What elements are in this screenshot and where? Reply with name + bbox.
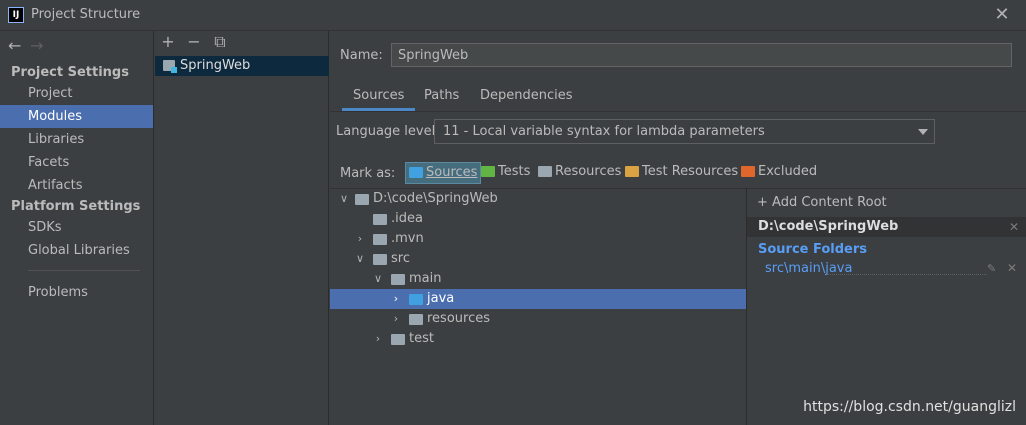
mark-sources-label: Sources <box>426 165 478 180</box>
mark-as-label: Mark as: <box>340 166 396 181</box>
tree-label: D:\code\SpringWeb <box>373 191 498 206</box>
remove-icon[interactable]: − <box>185 33 203 51</box>
mark-resources-button[interactable]: Resources <box>535 162 624 184</box>
module-item-springweb[interactable]: SpringWeb <box>155 56 329 76</box>
tab-sources[interactable]: Sources <box>341 88 416 111</box>
close-button[interactable]: ✕ <box>992 5 1012 25</box>
source-folder-icon <box>409 294 423 305</box>
watermark: https://blog.csdn.net/guanglizl <box>803 399 1016 415</box>
mark-sources-button[interactable]: Sources <box>405 162 482 184</box>
tree-row[interactable]: › test <box>330 329 746 349</box>
sidebar-item-problems[interactable]: Problems <box>0 281 153 304</box>
language-level-value: 11 - Local variable syntax for lambda pa… <box>443 124 765 139</box>
sidebar-item-sdks[interactable]: SDKs <box>0 216 153 239</box>
settings-sidebar: ← → Project Settings Project Modules Libr… <box>0 31 154 425</box>
source-folders-header: Source Folders <box>758 242 868 257</box>
folder-icon <box>373 214 387 225</box>
chevron-right-icon[interactable]: › <box>390 309 402 329</box>
mark-excluded-button[interactable]: Excluded <box>738 162 820 184</box>
content-root-path: D:\code\SpringWeb <box>758 219 899 234</box>
sidebar-divider <box>28 270 140 271</box>
chevron-down-icon[interactable]: ∨ <box>338 189 350 209</box>
tree-label: .idea <box>391 211 423 226</box>
sidebar-item-global-libraries[interactable]: Global Libraries <box>0 239 153 262</box>
sidebar-item-facets[interactable]: Facets <box>0 151 153 174</box>
folder-icon <box>373 254 387 265</box>
tree-row[interactable]: › java <box>330 289 746 309</box>
tab-dependencies[interactable]: Dependencies <box>480 88 573 103</box>
tree-row[interactable]: › resources <box>330 309 746 329</box>
mark-test-resources-button[interactable]: Test Resources <box>622 162 741 184</box>
source-folder-dots <box>827 274 987 275</box>
platform-settings-header: Platform Settings <box>11 199 141 214</box>
tree-label: main <box>409 271 442 286</box>
add-icon[interactable]: + <box>159 33 177 51</box>
sidebar-item-libraries[interactable]: Libraries <box>0 128 153 151</box>
modules-panel: + − ⧉ SpringWeb <box>155 31 329 425</box>
chevron-right-icon[interactable]: › <box>390 289 402 309</box>
test-resources-folder-icon <box>625 166 639 177</box>
module-label: SpringWeb <box>180 58 251 73</box>
language-level-label: Language level: <box>336 124 440 139</box>
back-arrow-icon[interactable]: ← <box>8 36 30 55</box>
content-root-tree: ∨ D:\code\SpringWeb .idea › .mvn ∨ src ∨… <box>330 188 746 425</box>
resources-folder-icon <box>538 166 552 177</box>
tree-label: java <box>427 291 455 306</box>
tree-label: resources <box>427 311 491 326</box>
copy-icon[interactable]: ⧉ <box>211 33 229 51</box>
tree-row[interactable]: › .mvn <box>330 229 746 249</box>
chevron-right-icon[interactable]: › <box>354 229 366 249</box>
nav-arrows: ← → <box>8 36 52 55</box>
remove-source-folder-icon[interactable]: ✕ <box>1007 261 1017 275</box>
chevron-down-icon[interactable]: ∨ <box>372 269 384 289</box>
tree-label: .mvn <box>391 231 424 246</box>
folder-icon <box>391 274 405 285</box>
folder-icon <box>391 334 405 345</box>
sidebar-item-modules[interactable]: Modules <box>0 105 153 128</box>
mark-test-resources-label: Test Resources <box>642 164 739 179</box>
chevron-down-icon <box>918 129 928 135</box>
intellij-icon: IJ <box>8 7 24 23</box>
tree-label: src <box>391 251 410 266</box>
sources-folder-icon <box>409 167 423 178</box>
tree-row[interactable]: ∨ D:\code\SpringWeb <box>330 189 746 209</box>
language-level-dropdown[interactable]: 11 - Local variable syntax for lambda pa… <box>434 119 935 144</box>
module-icon <box>163 60 177 73</box>
name-label: Name: <box>340 48 383 63</box>
content-root-header: D:\code\SpringWeb ✕ <box>747 217 1026 237</box>
module-name-field[interactable] <box>391 43 1012 67</box>
tree-row[interactable]: ∨ main <box>330 269 746 289</box>
tab-paths[interactable]: Paths <box>424 88 459 103</box>
edit-icon[interactable]: ✎ <box>987 262 996 275</box>
chevron-down-icon[interactable]: ∨ <box>354 249 366 269</box>
tests-folder-icon <box>481 166 495 177</box>
module-settings: Name: Sources Paths Dependencies Languag… <box>330 31 1026 425</box>
folder-icon <box>355 194 369 205</box>
mark-resources-label: Resources <box>555 164 622 179</box>
add-content-root-label: Add Content Root <box>772 195 887 210</box>
remove-root-icon[interactable]: ✕ <box>1009 217 1019 237</box>
sidebar-item-project[interactable]: Project <box>0 82 153 105</box>
forward-arrow-icon[interactable]: → <box>30 36 52 55</box>
sidebar-item-artifacts[interactable]: Artifacts <box>0 174 153 197</box>
mark-excluded-label: Excluded <box>758 164 818 179</box>
add-content-root-button[interactable]: + Add Content Root <box>757 195 887 210</box>
folder-icon <box>373 234 387 245</box>
tabs-divider <box>330 111 1026 112</box>
window-title: Project Structure <box>31 7 141 22</box>
mark-tests-button[interactable]: Tests <box>478 162 533 184</box>
content-root-panel: + Add Content Root D:\code\SpringWeb ✕ S… <box>746 188 1026 425</box>
excluded-folder-icon <box>741 166 755 177</box>
project-settings-header: Project Settings <box>11 65 129 80</box>
modules-toolbar: + − ⧉ <box>155 31 329 54</box>
tree-label: test <box>409 331 434 346</box>
add-icon: + <box>757 195 773 210</box>
tree-row[interactable]: ∨ src <box>330 249 746 269</box>
folder-icon <box>409 314 423 325</box>
title-bar: IJ Project Structure ✕ <box>0 0 1026 31</box>
mark-tests-label: Tests <box>498 164 531 179</box>
tree-row[interactable]: .idea <box>330 209 746 229</box>
chevron-right-icon[interactable]: › <box>372 329 384 349</box>
